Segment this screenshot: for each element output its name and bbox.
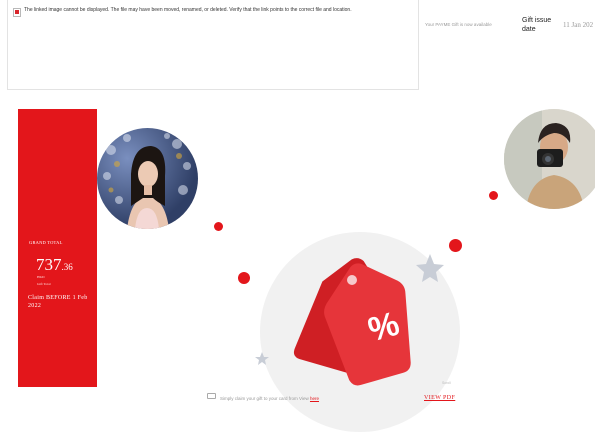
claim-deadline: Claim BEFORE 1 Feb 2022	[28, 295, 88, 309]
broken-image-message: The linked image cannot be displayed. Th…	[24, 7, 352, 13]
tiny-mark: Scroll	[442, 381, 451, 385]
grand-total-label: GRAND TOTAL	[29, 240, 63, 245]
star-icon	[416, 254, 444, 282]
discount-tag-icon: %	[255, 254, 444, 386]
footer-here-link[interactable]: here	[310, 396, 319, 401]
envelope-icon	[207, 393, 216, 399]
star-small-icon	[255, 352, 269, 365]
portrait-woman-illustration	[103, 133, 191, 229]
gift-issue-date: 11 Jan 202	[563, 21, 594, 29]
amount-main: 737	[36, 255, 62, 274]
portrait-photo-woman	[97, 128, 198, 229]
decor-dot	[214, 222, 223, 231]
portrait-photo-photographer	[504, 109, 595, 209]
grand-total-panel: GRAND TOTAL 737.36 HKD Gift Total Claim …	[18, 109, 97, 387]
broken-image-placeholder: The linked image cannot be displayed. Th…	[7, 0, 419, 90]
amount-decimal: .36	[61, 262, 73, 272]
gift-issue-label: Gift issue date	[522, 17, 552, 33]
footer-text: Simply claim your gift to your card from…	[220, 396, 309, 401]
amount-currency: HKD	[37, 275, 45, 279]
decor-dot	[489, 191, 498, 200]
grand-total-amount: 737.36	[36, 255, 73, 275]
portrait-photographer-illustration	[504, 109, 595, 209]
amount-caption: Gift Total	[37, 282, 51, 286]
availability-note: Your PAYME Gift is now available	[425, 22, 492, 27]
view-pdf-link[interactable]: VIEW PDF	[424, 395, 455, 401]
footer-instruction: Simply claim your gift to your card from…	[220, 396, 319, 401]
broken-image-icon	[13, 8, 21, 17]
